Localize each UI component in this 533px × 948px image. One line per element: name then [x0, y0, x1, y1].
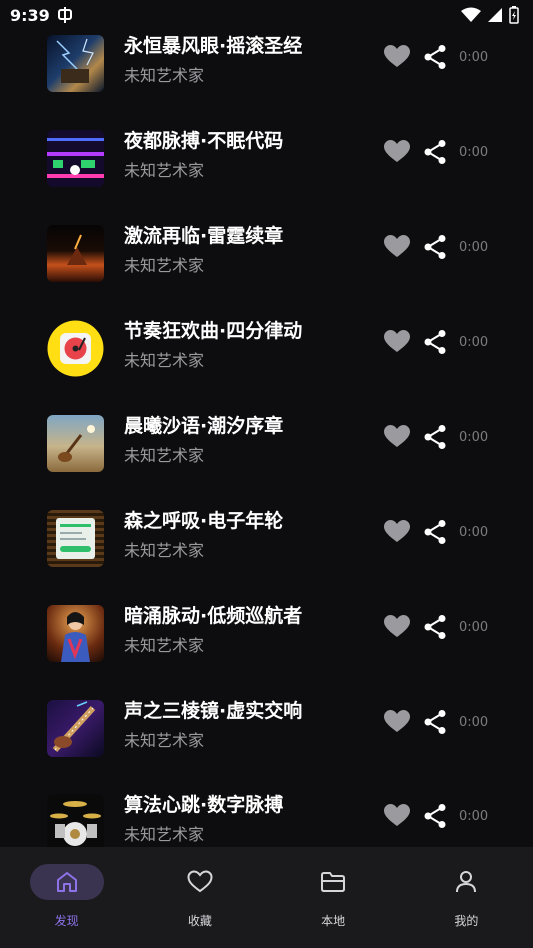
- song-cover: [47, 415, 104, 472]
- song-title: 夜都脉搏·不眠代码: [124, 130, 284, 152]
- nav-item-favorites[interactable]: 收藏: [133, 847, 266, 948]
- song-duration: 0:00: [459, 715, 489, 730]
- folder-icon: [321, 872, 346, 892]
- share-icon[interactable]: [423, 139, 447, 165]
- song-cover: [47, 510, 104, 567]
- heart-icon[interactable]: [384, 235, 410, 259]
- song-cover: [47, 35, 104, 92]
- song-artist: 未知艺术家: [124, 66, 205, 85]
- song-artist: 未知艺术家: [124, 161, 205, 180]
- song-row[interactable]: 晨曦沙语·潮汐序章 未知艺术家 0:00: [0, 411, 533, 506]
- song-artist: 未知艺术家: [124, 446, 205, 465]
- heart-icon[interactable]: [384, 520, 410, 544]
- song-cover: [47, 225, 104, 282]
- status-left: 9:39: [10, 6, 74, 25]
- nav-icon-wrap: [163, 864, 237, 900]
- song-artist: 未知艺术家: [124, 256, 205, 275]
- song-duration: 0:00: [459, 50, 489, 65]
- song-title: 声之三棱镜·虚实交响: [124, 700, 303, 722]
- song-cover: [47, 320, 104, 377]
- song-list[interactable]: 永恒暴风眼·摇滚圣经 未知艺术家 0:00 夜都脉搏·不眠代码 未知艺术家 0:…: [0, 0, 533, 848]
- song-title: 森之呼吸·电子年轮: [124, 510, 284, 532]
- share-icon[interactable]: [423, 614, 447, 640]
- notification-icon: [57, 7, 72, 23]
- song-duration: 0:00: [459, 145, 489, 160]
- share-icon[interactable]: [423, 519, 447, 545]
- heart-icon[interactable]: [384, 45, 410, 69]
- song-artist: 未知艺术家: [124, 541, 205, 560]
- song-cover: [47, 130, 104, 187]
- song-artist: 未知艺术家: [124, 351, 205, 370]
- song-title: 晨曦沙语·潮汐序章: [124, 415, 284, 437]
- person-icon: [456, 871, 477, 893]
- nav-label-local: 本地: [321, 914, 346, 928]
- nav-item-mine[interactable]: 我的: [400, 847, 533, 948]
- share-icon[interactable]: [423, 424, 447, 450]
- song-duration: 0:00: [459, 430, 489, 445]
- song-cover: [47, 794, 104, 848]
- share-icon[interactable]: [423, 329, 447, 355]
- song-cover: [47, 605, 104, 662]
- song-duration: 0:00: [459, 240, 489, 255]
- song-row[interactable]: 算法心跳·数字脉搏 未知艺术家 0:00: [0, 790, 533, 848]
- nav-item-local[interactable]: 本地: [267, 847, 400, 948]
- song-row[interactable]: 森之呼吸·电子年轮 未知艺术家 0:00: [0, 506, 533, 601]
- heart-outline-icon: [187, 870, 213, 893]
- heart-icon[interactable]: [384, 615, 410, 639]
- battery-icon: [509, 6, 519, 24]
- song-row[interactable]: 激流再临·雷霆续章 未知艺术家 0:00: [0, 221, 533, 316]
- heart-icon[interactable]: [384, 425, 410, 449]
- status-right: [461, 6, 519, 24]
- share-icon[interactable]: [423, 44, 447, 70]
- heart-icon[interactable]: [384, 710, 410, 734]
- song-row[interactable]: 节奏狂欢曲·四分律动 未知艺术家 0:00: [0, 316, 533, 411]
- nav-label-favorites: 收藏: [187, 914, 212, 928]
- song-artist: 未知艺术家: [124, 825, 205, 844]
- nav-label-discover: 发现: [54, 914, 79, 928]
- nav-item-discover[interactable]: 发现: [0, 847, 133, 948]
- song-title: 节奏狂欢曲·四分律动: [124, 320, 303, 342]
- song-artist: 未知艺术家: [124, 636, 205, 655]
- song-cover: [47, 700, 104, 757]
- wifi-icon: [461, 7, 481, 22]
- song-row[interactable]: 永恒暴风眼·摇滚圣经 未知艺术家 0:00: [0, 31, 533, 126]
- home-icon: [56, 872, 77, 892]
- heart-icon[interactable]: [384, 330, 410, 354]
- song-title: 永恒暴风眼·摇滚圣经: [124, 35, 303, 57]
- song-title: 暗涌脉动·低频巡航者: [124, 605, 303, 627]
- nav-icon-wrap: [429, 864, 503, 900]
- share-icon[interactable]: [423, 234, 447, 260]
- song-duration: 0:00: [459, 620, 489, 635]
- share-icon[interactable]: [423, 803, 447, 829]
- share-icon[interactable]: [423, 709, 447, 735]
- nav-label-mine: 我的: [454, 914, 479, 928]
- song-artist: 未知艺术家: [124, 731, 205, 750]
- song-row[interactable]: 暗涌脉动·低频巡航者 未知艺术家 0:00: [0, 601, 533, 696]
- heart-icon[interactable]: [384, 140, 410, 164]
- nav-active-indicator: [29, 864, 104, 900]
- song-duration: 0:00: [459, 335, 489, 350]
- song-title: 激流再临·雷霆续章: [124, 225, 284, 247]
- status-bar: 9:39: [0, 0, 533, 30]
- song-row[interactable]: 夜都脉搏·不眠代码 未知艺术家 0:00: [0, 126, 533, 221]
- signal-icon: [488, 8, 502, 22]
- nav-icon-wrap: [296, 864, 370, 900]
- song-duration: 0:00: [459, 525, 489, 540]
- song-duration: 0:00: [459, 809, 489, 824]
- song-row[interactable]: 声之三棱镜·虚实交响 未知艺术家 0:00: [0, 696, 533, 791]
- status-time: 9:39: [10, 5, 50, 25]
- bottom-nav: 发现 收藏 本地 我的: [0, 847, 533, 948]
- song-title: 算法心跳·数字脉搏: [124, 794, 284, 816]
- heart-icon[interactable]: [384, 804, 410, 828]
